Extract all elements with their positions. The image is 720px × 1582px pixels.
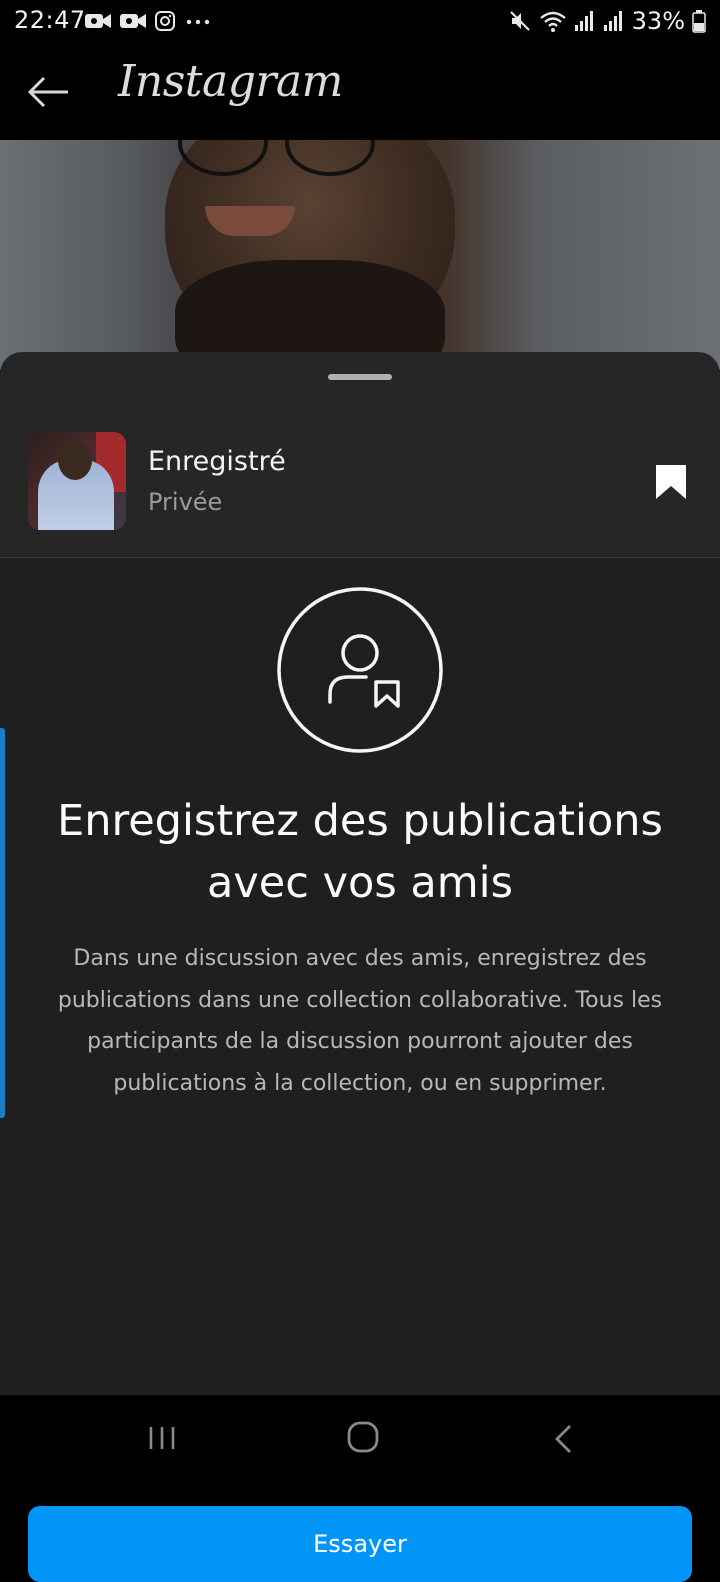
try-button[interactable]: Essayer: [28, 1506, 692, 1582]
status-left-icons: [84, 9, 213, 33]
home-icon[interactable]: [346, 1420, 380, 1454]
wifi-icon: [539, 11, 566, 32]
more-dots-icon: [186, 19, 210, 25]
video-icon: [120, 14, 146, 28]
bookmark-icon[interactable]: [652, 462, 690, 502]
mute-icon: [509, 11, 530, 31]
promo-description: Dans une discussion avec des amis, enreg…: [57, 946, 663, 1096]
promo-headline: Enregistrez des publications avec vos am…: [57, 796, 663, 908]
thumbnail-head: [58, 440, 92, 480]
app-title: Instagram: [118, 56, 343, 107]
battery-icon: [692, 10, 706, 33]
video-icon: [85, 14, 111, 28]
recent-apps-icon[interactable]: [146, 1425, 178, 1451]
collection-thumbnail: [28, 432, 126, 530]
status-right-icons: 33%: [508, 6, 706, 36]
drag-handle[interactable]: [328, 374, 392, 380]
back-arrow-icon[interactable]: [26, 74, 72, 110]
collection-bottom-sheet: Enregistré Privée Enregistrez des public…: [0, 352, 720, 1582]
left-accent-bar: [0, 728, 5, 1118]
nav-back-icon[interactable]: [552, 1423, 576, 1455]
system-nav-bar: [0, 1395, 720, 1480]
collection-row[interactable]: Enregistré Privée: [0, 422, 720, 557]
background-post-image: [0, 140, 720, 370]
collection-name: Enregistré: [148, 446, 286, 477]
collaborative-collection-icon: [277, 587, 443, 753]
signal-icon: [574, 11, 593, 31]
status-bar: 22:47 33%: [0, 0, 720, 44]
signal-icon: [603, 11, 622, 31]
status-time: 22:47: [14, 6, 86, 34]
app-bar: Instagram: [0, 44, 720, 140]
promo-content: Enregistrez des publications avec vos am…: [0, 558, 720, 1582]
collection-privacy: Privée: [148, 488, 223, 516]
instagram-icon: [155, 11, 175, 31]
battery-percentage: 33%: [631, 7, 685, 35]
